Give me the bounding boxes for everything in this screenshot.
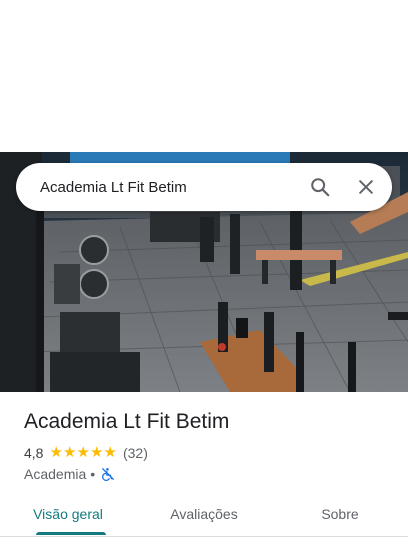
search-icon[interactable]: [300, 167, 340, 207]
close-icon[interactable]: [346, 167, 386, 207]
star-icon: ★: [49, 444, 63, 461]
star-icon: ★: [76, 444, 90, 461]
separator-dot: •: [90, 466, 96, 482]
category-row: Academia •: [24, 464, 115, 484]
star-icon: ★: [89, 444, 104, 461]
place-name: Academia Lt Fit Betim: [24, 410, 230, 433]
star-icon: ★: [103, 444, 117, 461]
tab-overview[interactable]: Visão geral: [0, 492, 136, 536]
search-query-text[interactable]: Academia Lt Fit Betim: [40, 179, 300, 196]
review-count[interactable]: (32): [123, 445, 148, 461]
tab-reviews[interactable]: Avaliações: [136, 492, 272, 536]
place-tabs: Visão geral Avaliações Sobre: [0, 492, 408, 536]
map-top-area: [0, 0, 408, 152]
tabs-divider: [0, 536, 408, 537]
place-category: Academia: [24, 466, 87, 482]
no-wheelchair-access-icon[interactable]: [101, 467, 115, 481]
tab-about[interactable]: Sobre: [272, 492, 408, 536]
star-icon: ★: [62, 444, 77, 461]
search-bar[interactable]: Academia Lt Fit Betim: [16, 163, 392, 211]
rating-value: 4,8: [24, 445, 44, 461]
rating-stars: ★ ★ ★ ★ ★: [49, 445, 117, 461]
rating-row[interactable]: 4,8 ★ ★ ★ ★ ★ (32): [24, 443, 148, 463]
